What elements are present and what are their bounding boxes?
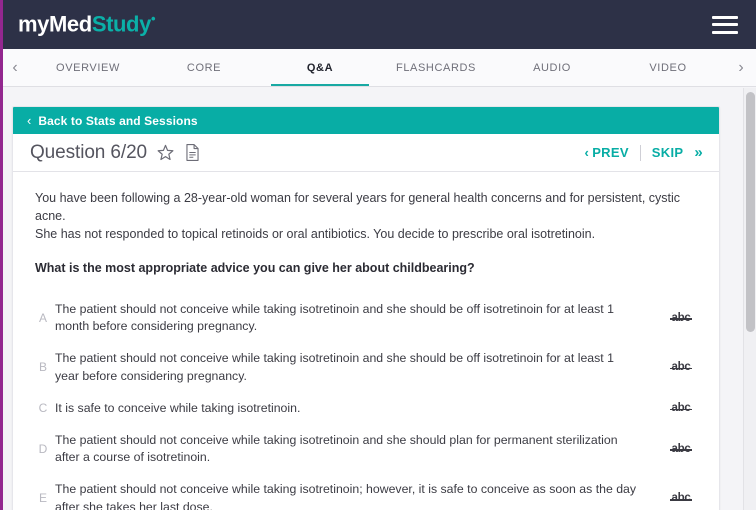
question-lead-in: What is the most appropriate advice you … [35, 261, 475, 276]
tab-overview[interactable]: OVERVIEW [30, 49, 146, 86]
option-letter-d: D [38, 441, 48, 456]
option-letter-b: B [38, 360, 47, 375]
brand-logo[interactable]: myMedStudy• [18, 11, 156, 37]
back-to-stats-and-sessions-button[interactable]: ‹ Back to Stats and Sessions [13, 107, 719, 134]
prev-question-button[interactable]: ‹ PREV [574, 145, 640, 160]
tabs-scroll-right-icon[interactable]: › [726, 49, 756, 86]
strike-glyph-e: abc [669, 492, 693, 505]
note-document-icon[interactable] [184, 143, 201, 162]
strikethrough-abc-icon-c[interactable]: abc [661, 401, 701, 415]
app-header: myMedStudy• [0, 0, 756, 49]
strike-glyph-a: abc [669, 311, 693, 324]
question-body: You have been following a 28-year-old wo… [13, 172, 719, 284]
question-counter: Question 6/20 [30, 141, 148, 163]
skip-label: SKIP [651, 145, 684, 160]
tab-video[interactable]: VIDEO [610, 49, 726, 86]
tab-qa[interactable]: Q&A [262, 49, 378, 86]
next-double-chevron-icon[interactable]: » [694, 144, 705, 161]
tab-flashcards[interactable]: FLASHCARDS [378, 49, 494, 86]
option-text-a: The patient should not conceive while ta… [55, 301, 614, 334]
answer-option-c[interactable]: C It is safe to conceive while taking is… [27, 393, 705, 425]
strike-glyph-b: abc [669, 361, 693, 374]
option-text-e: The patient should not conceive while ta… [55, 482, 637, 510]
back-button-label: Back to Stats and Sessions [38, 113, 198, 128]
page-scrollbar[interactable] [743, 88, 756, 510]
question-nav: ‹ PREV SKIP » [574, 144, 705, 161]
strikethrough-abc-icon-d[interactable]: abc [661, 442, 701, 456]
brand-dot: • [150, 11, 156, 27]
option-text-c: It is safe to conceive while taking isot… [55, 400, 301, 415]
skip-question-button[interactable]: SKIP [641, 145, 695, 160]
question-card: ‹ Back to Stats and Sessions Question 6/… [12, 106, 720, 510]
option-letter-c: C [38, 401, 48, 416]
question-stem-line-1: You have been following a 28-year-old wo… [35, 191, 681, 224]
prev-chevron-icon: ‹ [584, 145, 590, 160]
page-scrollbar-thumb[interactable] [746, 92, 755, 332]
option-text-b: The patient should not conceive while ta… [55, 351, 614, 383]
content-area: ‹ Back to Stats and Sessions Question 6/… [3, 88, 743, 510]
strikethrough-abc-icon-a[interactable]: abc [661, 311, 701, 325]
answer-option-b[interactable]: B The patient should not conceive while … [27, 343, 705, 393]
answer-options-list: A The patient should not conceive while … [13, 284, 719, 510]
hamburger-menu-icon[interactable] [712, 15, 738, 34]
tab-audio[interactable]: AUDIO [494, 49, 610, 86]
answer-option-a[interactable]: A The patient should not conceive while … [27, 294, 705, 344]
strike-glyph-c: abc [669, 401, 693, 414]
hamburger-bar-1 [712, 15, 738, 19]
tab-core[interactable]: CORE [146, 49, 262, 86]
left-accent-strip [0, 0, 3, 510]
question-header: Question 6/20 ‹ PREV SKIP » [13, 134, 719, 172]
question-title-group: Question 6/20 [30, 142, 201, 164]
strike-glyph-d: abc [669, 442, 693, 455]
hamburger-bar-2 [712, 23, 738, 26]
tab-list: OVERVIEW CORE Q&A FLASHCARDS AUDIO VIDEO [30, 49, 726, 86]
answer-option-e[interactable]: E The patient should not conceive while … [27, 474, 705, 510]
tabs-scroll-left-icon[interactable]: ‹ [0, 49, 30, 86]
strikethrough-abc-icon-e[interactable]: abc [661, 493, 701, 505]
hamburger-bar-3 [712, 30, 738, 34]
section-tabs: ‹ OVERVIEW CORE Q&A FLASHCARDS AUDIO VID… [0, 49, 756, 87]
prev-label: PREV [592, 145, 629, 160]
brand-accent: Study [91, 11, 152, 37]
answer-option-d[interactable]: D The patient should not conceive while … [27, 425, 705, 475]
strikethrough-abc-icon-b[interactable]: abc [661, 362, 701, 374]
option-letter-e: E [38, 491, 47, 506]
back-chevron-icon: ‹ [27, 113, 32, 128]
star-outline-icon[interactable] [156, 143, 175, 162]
option-text-d: The patient should not conceive while ta… [55, 432, 618, 465]
option-letter-a: A [38, 310, 47, 325]
question-stem-line-2: She has not responded to topical retinoi… [35, 227, 596, 242]
brand-prefix: myMed [18, 11, 92, 37]
